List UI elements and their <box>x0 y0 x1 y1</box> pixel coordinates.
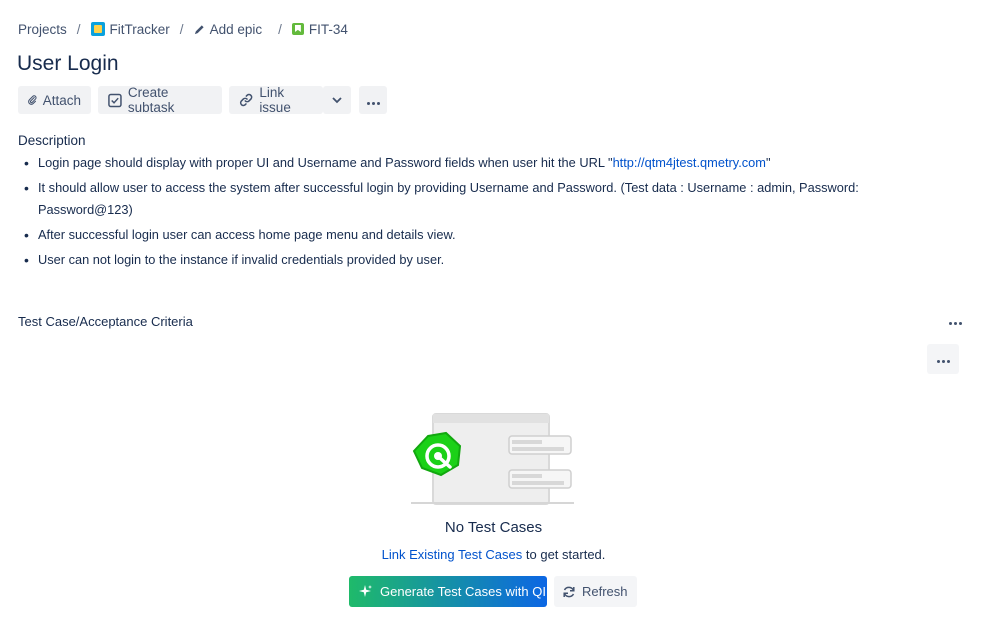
refresh-icon <box>563 586 575 597</box>
list-item: It should allow user to access the syste… <box>24 177 884 221</box>
refresh-button[interactable]: Refresh <box>554 576 637 607</box>
link-icon <box>239 93 253 107</box>
qmetry-logo-icon <box>412 431 462 477</box>
subtask-icon <box>108 93 122 107</box>
description-list[interactable]: Login page should display with proper UI… <box>24 152 884 274</box>
section-more-button[interactable] <box>944 311 966 329</box>
breadcrumb-separator: / <box>179 21 184 37</box>
breadcrumb-separator: / <box>76 21 81 37</box>
refresh-label: Refresh <box>582 584 628 599</box>
paperclip-icon <box>28 95 37 105</box>
empty-state-subtitle: Link Existing Test Cases to get started. <box>381 547 606 562</box>
pencil-icon <box>194 24 204 34</box>
link-issue-button[interactable]: Link issue <box>229 85 323 115</box>
breadcrumb-projects[interactable]: Projects <box>18 22 67 37</box>
issue-title[interactable]: User Login <box>17 52 119 76</box>
panel-more-button[interactable] <box>927 344 959 374</box>
breadcrumb: Projects / FitTracker / Add epic / FIT-3… <box>18 20 348 38</box>
breadcrumb-project-label: FitTracker <box>109 21 170 37</box>
sparkle-icon <box>359 585 372 597</box>
story-icon <box>291 23 304 35</box>
more-icon <box>936 350 951 368</box>
create-subtask-button[interactable]: Create subtask <box>98 85 222 115</box>
create-subtask-label: Create subtask <box>127 85 175 115</box>
list-item: Login page should display with proper UI… <box>24 152 884 174</box>
link-issue-dropdown-button[interactable] <box>323 86 351 114</box>
breadcrumb-issue-key[interactable]: FIT-34 <box>291 21 348 37</box>
section-title: Test Case/Acceptance Criteria <box>18 314 193 329</box>
breadcrumb-add-epic-label: Add epic <box>209 21 263 37</box>
empty-state-title: No Test Cases <box>444 519 543 536</box>
link-existing-test-cases-link[interactable]: Link Existing Test Cases <box>382 547 523 562</box>
generate-test-cases-button[interactable]: Generate Test Cases with QI <box>349 576 547 607</box>
description-label: Description <box>18 133 86 148</box>
more-actions-button[interactable] <box>359 86 387 114</box>
breadcrumb-add-epic[interactable]: Add epic <box>194 21 263 37</box>
list-item: User can not login to the instance if in… <box>24 249 884 271</box>
fittracker-project-icon <box>90 22 105 36</box>
attach-label: Attach <box>42 92 81 108</box>
empty-state-illustration <box>411 413 574 505</box>
more-icon <box>948 312 963 328</box>
generate-test-cases-label: Generate Test Cases with QI <box>380 584 546 599</box>
chevron-down-icon <box>332 97 342 104</box>
list-item: After successful login user can access h… <box>24 224 884 246</box>
link-issue-label: Link issue <box>259 85 291 115</box>
attach-button[interactable]: Attach <box>18 86 91 114</box>
breadcrumb-issue-label: FIT-34 <box>308 21 348 37</box>
breadcrumb-project[interactable]: FitTracker <box>90 21 170 37</box>
url-link[interactable]: http://qtm4jtest.qmetry.com <box>613 155 766 170</box>
breadcrumb-separator: / <box>278 21 282 37</box>
more-icon <box>366 93 381 108</box>
